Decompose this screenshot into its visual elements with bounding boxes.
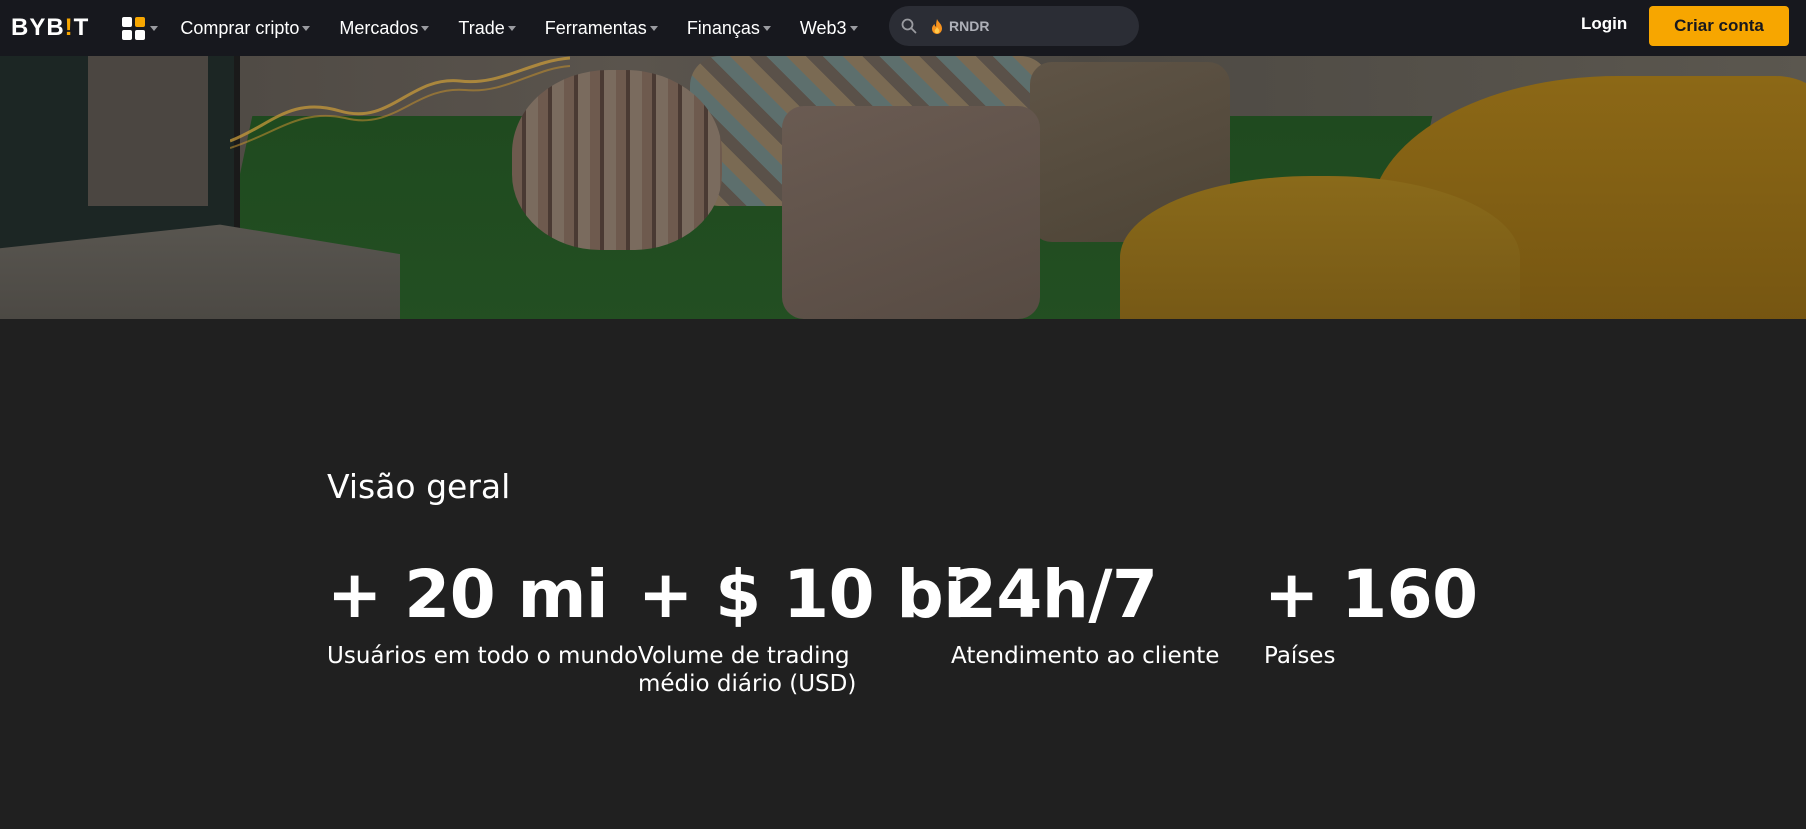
stat-countries: + 160 Países xyxy=(1264,557,1478,670)
nav-item-trade[interactable]: Trade xyxy=(458,0,516,56)
overview-section: Visão geral + 20 mi Usuários em todo o m… xyxy=(0,319,1806,829)
login-link[interactable]: Login xyxy=(1581,14,1627,34)
create-account-button[interactable]: Criar conta xyxy=(1649,6,1789,46)
chevron-down-icon xyxy=(849,25,858,31)
logo-text-left: BYB xyxy=(11,14,65,41)
hero-monitor xyxy=(0,56,240,256)
stat-value: + $ 10 bi xyxy=(638,556,966,633)
nav-item-label: Finanças xyxy=(686,17,760,38)
chevron-down-icon xyxy=(762,25,771,31)
nav-item-financas[interactable]: Finanças xyxy=(687,0,771,56)
nav-item-label: Mercados xyxy=(339,17,419,38)
stat-label: Países xyxy=(1264,643,1336,669)
search-bar[interactable] xyxy=(889,6,1139,46)
logo-text-right: T xyxy=(73,14,90,41)
chevron-down-icon xyxy=(421,25,430,31)
stat-label: Usuários em todo o mundo xyxy=(327,643,639,669)
stat-value: + 20 mi xyxy=(327,556,609,633)
nav-item-comprar-cripto[interactable]: Comprar cripto xyxy=(180,0,311,56)
stat-users: + 20 mi Usuários em todo o mundo xyxy=(327,557,638,670)
stat-value: + 160 xyxy=(1264,556,1478,633)
chevron-down-icon xyxy=(302,25,311,31)
search-input[interactable] xyxy=(949,18,1099,34)
nav-item-label: Ferramentas xyxy=(544,17,647,38)
nav-item-label: Web3 xyxy=(799,17,847,38)
search-icon xyxy=(901,18,917,34)
hero-beanbag xyxy=(1120,176,1520,319)
main-nav: Comprar cripto Mercados Trade Ferramenta… xyxy=(180,0,858,56)
apps-grid-icon xyxy=(122,16,146,40)
apps-menu-button[interactable] xyxy=(122,16,159,40)
nav-item-label: Trade xyxy=(458,17,505,38)
stat-volume: + $ 10 bi Volume de trading médio diário… xyxy=(638,556,966,698)
nav-item-ferramentas[interactable]: Ferramentas xyxy=(545,0,658,56)
chevron-down-icon xyxy=(649,25,658,31)
section-title: Visão geral xyxy=(327,467,511,506)
nav-item-web3[interactable]: Web3 xyxy=(800,0,858,56)
top-navigation: BYB! T Comprar cripto Mercados Trade Ferr… xyxy=(0,0,1806,56)
stat-support: 24h/7 Atendimento ao cliente xyxy=(951,557,1219,670)
chevron-down-icon xyxy=(507,25,516,31)
stat-label: Volume de trading médio diário (USD) xyxy=(638,643,857,697)
hero-cube-pouf xyxy=(782,106,1040,319)
hero-light-wave xyxy=(230,56,570,149)
nav-item-label: Comprar cripto xyxy=(180,17,300,38)
bybit-logo[interactable]: BYB! T xyxy=(11,0,89,56)
stat-value: 24h/7 xyxy=(951,556,1158,633)
nav-item-mercados[interactable]: Mercados xyxy=(339,0,430,56)
logo-text-bang: ! xyxy=(64,14,74,41)
fire-icon xyxy=(932,18,942,34)
hero-banner-image xyxy=(0,56,1806,319)
chevron-down-icon xyxy=(150,25,159,31)
stat-label: Atendimento ao cliente xyxy=(951,643,1220,669)
